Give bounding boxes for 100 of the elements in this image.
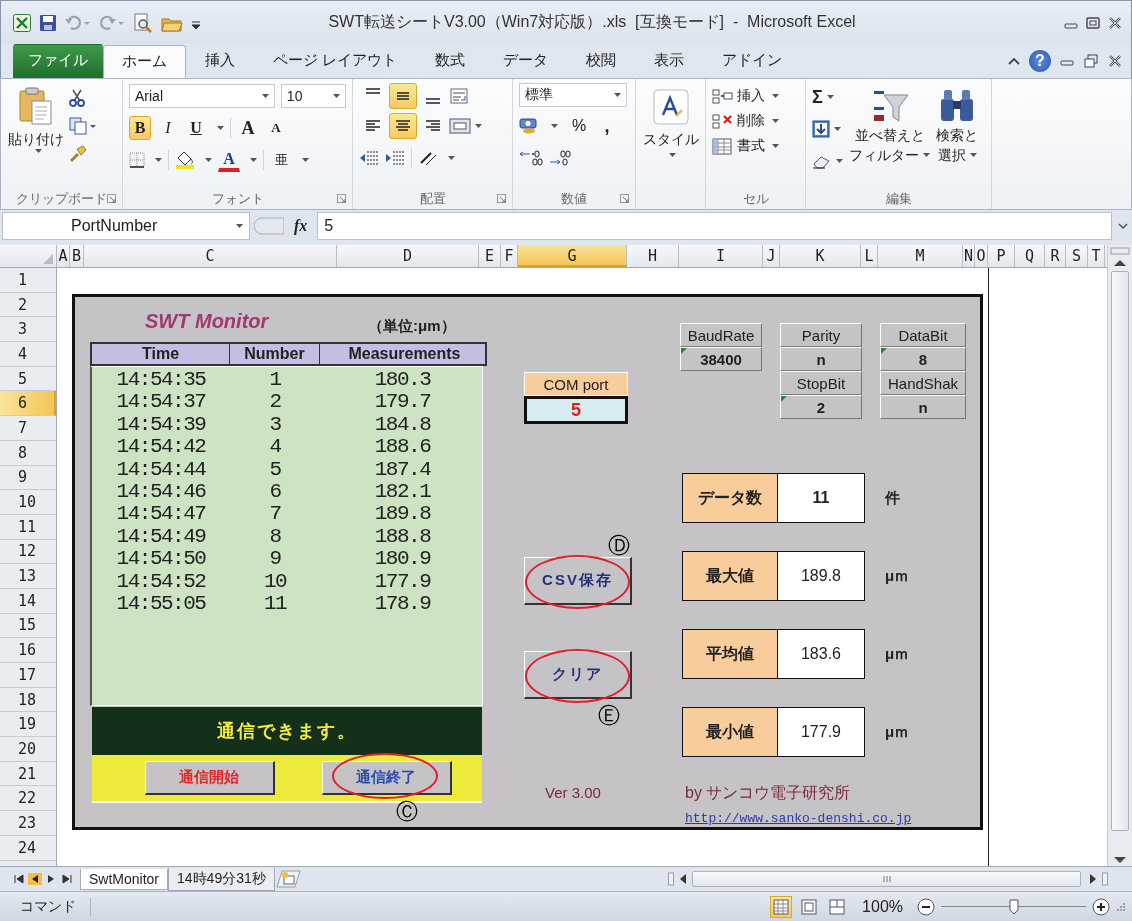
- ribbon-tab[interactable]: ファイル: [13, 44, 103, 78]
- row-header[interactable]: 20: [0, 737, 56, 762]
- ribbon-tab[interactable]: ページ レイアウト: [254, 44, 417, 78]
- row-header[interactable]: 7: [0, 416, 56, 441]
- sort-filter-button[interactable]: 並べ替えと フィルター: [849, 83, 930, 189]
- last-sheet-icon[interactable]: [60, 873, 74, 885]
- column-header[interactable]: G: [518, 245, 627, 267]
- paste-button[interactable]: 貼り付け: [7, 83, 65, 189]
- column-header[interactable]: R: [1045, 245, 1066, 267]
- row-header[interactable]: 16: [0, 638, 56, 663]
- insert-function-button[interactable]: fx: [288, 217, 314, 235]
- wrap-text-icon[interactable]: [449, 87, 471, 105]
- zoom-level[interactable]: 100%: [854, 897, 911, 916]
- column-header[interactable]: O: [975, 245, 988, 267]
- ribbon-tab[interactable]: 数式: [416, 44, 485, 78]
- row-header[interactable]: 15: [0, 613, 56, 639]
- font-name-field[interactable]: Arial: [129, 84, 275, 108]
- bold-button[interactable]: B: [129, 116, 151, 140]
- zoom-in-icon[interactable]: [1092, 897, 1110, 916]
- previous-sheet-icon[interactable]: [28, 873, 42, 885]
- view-normal-button[interactable]: [770, 895, 793, 918]
- ribbon-tab[interactable]: データ: [484, 44, 568, 78]
- merge-cells-icon[interactable]: [449, 117, 471, 135]
- phonetic-button[interactable]: 亜: [270, 148, 292, 172]
- dialog-launcher-icon[interactable]: [107, 194, 116, 203]
- ribbon-tab[interactable]: アドイン: [703, 44, 802, 78]
- column-header[interactable]: B: [70, 245, 84, 267]
- ribbon-tab[interactable]: 表示: [635, 44, 704, 78]
- website-link[interactable]: http://www.sanko-denshi.co.jp: [685, 811, 912, 826]
- column-header[interactable]: N: [963, 245, 975, 267]
- text-orientation-icon[interactable]: [418, 150, 438, 166]
- row-header[interactable]: 11: [0, 514, 56, 540]
- collapse-ribbon-icon[interactable]: [1007, 56, 1021, 66]
- insert-sheet-icon[interactable]: [274, 870, 301, 888]
- column-header[interactable]: L: [861, 245, 878, 267]
- row-header[interactable]: 6: [0, 391, 56, 417]
- help-button[interactable]: ?: [1029, 50, 1051, 72]
- dialog-launcher-icon[interactable]: [497, 194, 506, 203]
- sheet-button[interactable]: クリア: [524, 651, 632, 699]
- sheet-button[interactable]: CSV保存: [524, 557, 632, 605]
- column-header[interactable]: T: [1088, 245, 1105, 267]
- copy-icon[interactable]: [69, 117, 97, 135]
- row-header[interactable]: 1: [0, 268, 56, 293]
- row-header[interactable]: 22: [0, 786, 56, 812]
- column-header[interactable]: M: [878, 245, 963, 267]
- dialog-launcher-icon[interactable]: [620, 194, 629, 203]
- column-header[interactable]: Q: [1015, 245, 1045, 267]
- insert-cells-button[interactable]: 挿入: [712, 87, 799, 105]
- sheet-button[interactable]: 通信終了: [321, 761, 452, 795]
- column-header[interactable]: H: [627, 245, 679, 267]
- styles-button[interactable]: スタイル: [642, 83, 699, 157]
- column-header[interactable]: I: [679, 245, 763, 267]
- format-painter-icon[interactable]: [69, 145, 87, 163]
- restore-icon[interactable]: [1083, 54, 1099, 68]
- underline-button[interactable]: U: [185, 116, 207, 140]
- fill-bucket-icon[interactable]: [175, 151, 195, 169]
- zoom-out-icon[interactable]: [917, 897, 935, 916]
- row-header[interactable]: 12: [0, 539, 56, 565]
- decrease-decimal-icon[interactable]: [549, 149, 573, 167]
- font-size-field[interactable]: 10: [280, 84, 346, 108]
- name-box[interactable]: PortNumber: [2, 212, 250, 240]
- column-header[interactable]: E: [479, 245, 501, 267]
- formula-field[interactable]: 5: [317, 212, 1112, 240]
- column-header[interactable]: C: [84, 245, 337, 267]
- row-header[interactable]: 2: [0, 292, 56, 318]
- row-header[interactable]: 8: [0, 440, 56, 466]
- spreadsheet-logo-icon[interactable]: [13, 13, 31, 32]
- column-header[interactable]: S: [1066, 245, 1088, 267]
- row-header[interactable]: 21: [0, 761, 56, 787]
- row-header[interactable]: 19: [0, 712, 56, 738]
- row-header[interactable]: 4: [0, 342, 56, 367]
- row-header[interactable]: 3: [0, 317, 56, 343]
- row-header[interactable]: 24: [0, 835, 56, 861]
- align-center-button[interactable]: [389, 113, 417, 139]
- maximize-icon[interactable]: [1085, 15, 1101, 30]
- row-header[interactable]: 23: [0, 811, 56, 836]
- shrink-font-button[interactable]: A: [265, 116, 287, 140]
- com-port-cell[interactable]: 5: [524, 396, 628, 424]
- autosum-button[interactable]: Σ: [812, 85, 843, 109]
- row-header[interactable]: 14: [0, 588, 56, 614]
- fill-down-icon[interactable]: [812, 120, 830, 138]
- comma-button[interactable]: ,: [596, 114, 618, 138]
- ribbon-tab[interactable]: 校閲: [567, 44, 636, 78]
- number-format-field[interactable]: 標準: [519, 83, 627, 107]
- italic-button[interactable]: I: [157, 116, 179, 140]
- sheet-tab[interactable]: 14時49分31秒: [168, 867, 275, 891]
- font-color-button[interactable]: A: [218, 148, 240, 172]
- sheet-tab[interactable]: SwtMonitor: [80, 868, 169, 890]
- delete-cells-button[interactable]: 削除: [712, 112, 799, 130]
- scroll-thumb[interactable]: [1111, 271, 1129, 831]
- dialog-launcher-icon[interactable]: [337, 194, 346, 203]
- row-header[interactable]: 17: [0, 663, 56, 688]
- row-header[interactable]: 13: [0, 564, 56, 589]
- row-header[interactable]: 18: [0, 687, 56, 713]
- scroll-thumb[interactable]: [692, 871, 1081, 887]
- close-icon[interactable]: [1107, 15, 1123, 30]
- column-header[interactable]: P: [988, 245, 1015, 267]
- column-header[interactable]: A: [57, 245, 70, 267]
- grow-font-button[interactable]: A: [237, 116, 259, 140]
- decrease-indent-icon[interactable]: [359, 150, 379, 166]
